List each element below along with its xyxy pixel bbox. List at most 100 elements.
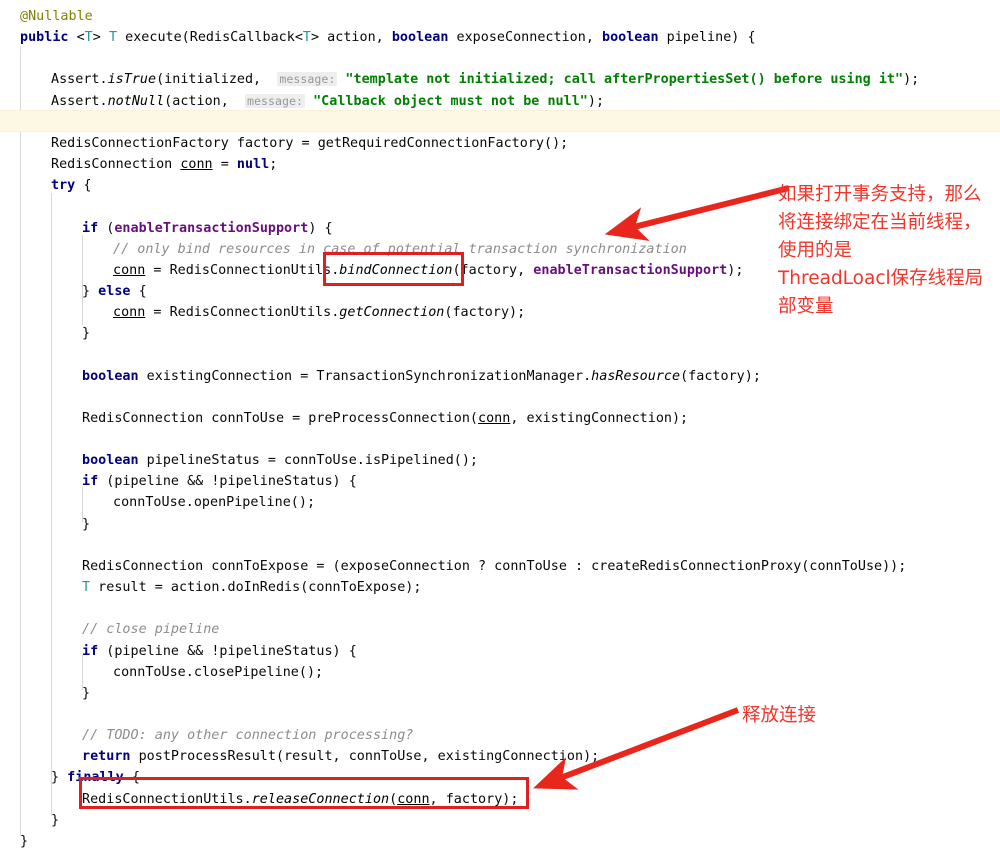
- code-token: hasResource: [591, 368, 681, 384]
- code-token: }: [82, 283, 99, 299]
- code-token: (: [98, 220, 115, 236]
- code-token: connToUse.openPipeline();: [113, 495, 316, 511]
- code-token: null: [236, 157, 270, 173]
- code-token: , factory);: [429, 791, 519, 807]
- code-token: if: [82, 220, 99, 236]
- code-token: (: [389, 791, 398, 807]
- code-token: // only bind resources in case of potent…: [113, 241, 687, 257]
- code-token: (factory);: [444, 305, 526, 321]
- code-token: T: [82, 580, 91, 596]
- code-token: connToUse.closePipeline();: [113, 664, 324, 680]
- code-token: (factory);: [680, 368, 761, 384]
- code-line: return postProcessResult(result, connToU…: [0, 746, 1000, 767]
- code-token: (initialized,: [156, 72, 278, 88]
- code-token: isTrue: [107, 72, 157, 88]
- code-token: existingConnection = TransactionSynchron…: [138, 368, 592, 384]
- code-token: finally: [67, 770, 124, 786]
- code-line: if (pipeline && !pipelineStatus) {: [0, 641, 1000, 662]
- code-line: }: [0, 810, 1000, 831]
- code-token: result = action.doInRedis(connToExpose);: [90, 580, 422, 596]
- code-line: }: [0, 683, 1000, 704]
- code-line: } else {: [0, 281, 1000, 302]
- code-line: Assert.isTrue(initialized, message: "tem…: [0, 69, 1000, 90]
- code-token: Assert.: [51, 72, 108, 88]
- code-line: RedisConnectionUtils.releaseConnection(c…: [0, 789, 1000, 810]
- code-line: conn = RedisConnectionUtils.bindConnecti…: [0, 260, 1000, 281]
- code-token: releaseConnection: [251, 791, 390, 807]
- code-token: pipeline) {: [658, 30, 756, 46]
- code-token: RedisConnectionFactory factory = getRequ…: [51, 135, 569, 151]
- code-token: else: [98, 283, 131, 299]
- code-token: }: [82, 516, 91, 532]
- code-line: RedisConnection connToUse = preProcessCo…: [0, 408, 1000, 429]
- code-line: Assert.notNull(action, message: "Callbac…: [0, 91, 1000, 112]
- code-token: );: [587, 93, 605, 109]
- code-token: , existingConnection);: [510, 410, 689, 426]
- code-token: enableTransactionSupport: [114, 220, 309, 236]
- code-token: boolean: [82, 453, 139, 469]
- code-token: // close pipeline: [82, 622, 220, 638]
- code-token: postProcessResult(result, connToUse, exi…: [130, 749, 600, 765]
- code-line: conn = RedisConnectionUtils.getConnectio…: [0, 302, 1000, 323]
- code-token: RedisConnection: [51, 157, 181, 173]
- code-token: }: [51, 812, 60, 828]
- code-token: }: [20, 833, 29, 849]
- code-token: {: [130, 283, 147, 299]
- code-line: // only bind resources in case of potent…: [0, 239, 1000, 260]
- code-token: conn: [113, 262, 146, 278]
- code-token: pipelineStatus = connToUse.isPipelined()…: [138, 453, 479, 469]
- code-token: RedisConnection connToUse = preProcessCo…: [82, 410, 479, 426]
- code-token: >: [92, 30, 109, 46]
- code-token: conn: [478, 410, 511, 426]
- code-line: try {: [0, 175, 1000, 196]
- code-token: "template not initialized; call afterPro…: [345, 72, 904, 88]
- code-line: RedisConnectionFactory factory = getRequ…: [0, 133, 1000, 154]
- code-token: // TODO: any other connection processing…: [82, 728, 414, 744]
- code-line: connToUse.openPipeline();: [0, 492, 1000, 513]
- code-token: try: [51, 178, 76, 194]
- code-token: RedisConnectionUtils.: [82, 791, 252, 807]
- code-line: public <T> T execute(RedisCallback<T> ac…: [0, 27, 1000, 48]
- code-token: );: [727, 262, 744, 278]
- code-token: T: [84, 30, 93, 46]
- code-token: RedisConnection connToExpose = (exposeCo…: [82, 558, 907, 574]
- code-line: T result = action.doInRedis(connToExpose…: [0, 577, 1000, 598]
- code-token: (action,: [164, 93, 245, 109]
- code-line: boolean existingConnection = Transaction…: [0, 366, 1000, 387]
- code-line: if (enableTransactionSupport) {: [0, 218, 1000, 239]
- code-token: ;: [269, 157, 278, 173]
- code-token: T: [108, 30, 118, 46]
- code-token: <: [76, 30, 85, 46]
- code-line: @Nullable: [0, 6, 1000, 27]
- code-token: > action,: [311, 30, 392, 46]
- code-token: if: [82, 643, 99, 659]
- code-token: }: [51, 770, 68, 786]
- code-token: }: [82, 685, 91, 701]
- code-token: );: [903, 72, 920, 88]
- code-token: {: [123, 770, 140, 786]
- code-line: RedisConnection conn = null;: [0, 154, 1000, 175]
- code-line: }: [0, 323, 1000, 344]
- code-token: T: [302, 30, 312, 46]
- code-token: notNull: [107, 93, 165, 109]
- code-token: boolean: [82, 368, 139, 384]
- code-line: }: [0, 514, 1000, 535]
- code-token: execute(RedisCallback<: [117, 30, 303, 46]
- code-token: (factory,: [452, 262, 534, 278]
- code-token: }: [82, 326, 91, 342]
- code-token: getConnection: [339, 305, 445, 321]
- code-token: {: [75, 178, 92, 194]
- code-token: exposeConnection,: [448, 30, 602, 46]
- code-editor-surface[interactable]: @Nullable public <T> T execute(RedisCallb…: [0, 0, 1000, 849]
- code-token: message:: [244, 93, 305, 108]
- code-token: = RedisConnectionUtils.: [145, 262, 340, 278]
- code-token: @Nullable: [20, 9, 93, 24]
